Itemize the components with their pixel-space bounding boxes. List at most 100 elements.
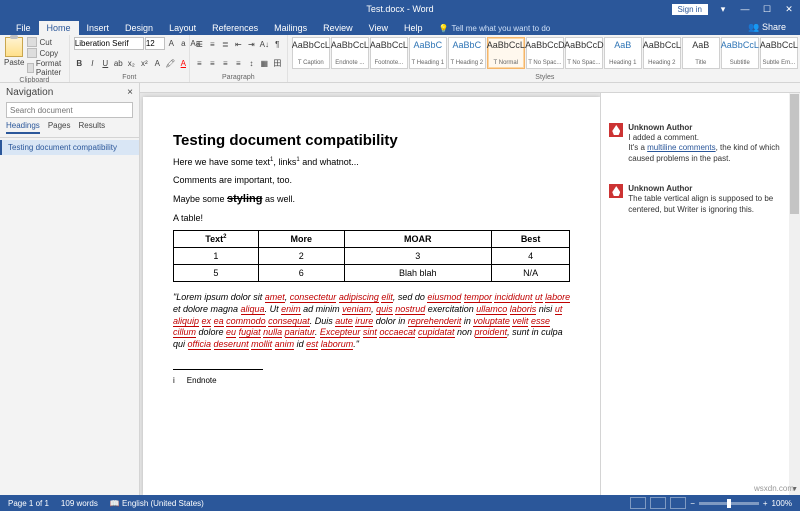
format-painter-button[interactable]: Format Painter xyxy=(27,59,64,77)
style-item[interactable]: AaBbCcLSubtle Em... xyxy=(760,37,798,69)
style-item[interactable]: AaBbCcLSubtitle xyxy=(721,37,759,69)
indent-icon[interactable]: ⇥ xyxy=(246,39,257,50)
style-item[interactable]: AaBHeading 1 xyxy=(604,37,642,69)
zoom-out-icon[interactable]: − xyxy=(690,499,695,508)
doc-heading: Testing document compatibility xyxy=(173,132,570,149)
status-words[interactable]: 109 words xyxy=(61,499,98,508)
nav-tab-results[interactable]: Results xyxy=(79,121,106,134)
bullets-icon[interactable]: ☰ xyxy=(194,39,205,50)
outdent-icon[interactable]: ⇤ xyxy=(233,39,244,50)
style-item[interactable]: AaBbCT Heading 2 xyxy=(448,37,486,69)
italic-button[interactable]: I xyxy=(87,58,98,69)
status-lang[interactable]: 📖 English (United States) xyxy=(110,499,204,508)
copy-button[interactable]: Copy xyxy=(27,48,64,58)
comment-1[interactable]: Unknown Author I added a comment. It's a… xyxy=(609,123,781,164)
tell-me[interactable]: 💡Tell me what you want to do xyxy=(431,22,559,35)
maximize-icon[interactable]: ☐ xyxy=(756,0,778,18)
line-spacing-icon[interactable]: ↕ xyxy=(246,58,257,69)
nav-heading-item[interactable]: Testing document compatibility xyxy=(0,140,139,155)
subscript-button[interactable]: x₂ xyxy=(126,58,137,69)
avatar-icon xyxy=(609,123,623,137)
doc-lorem: "Lorem ipsum dolor sit amet, consectetur… xyxy=(173,292,570,350)
align-center-icon[interactable]: ≡ xyxy=(207,58,218,69)
table-cell: 2 xyxy=(258,248,344,265)
comment-text: I added a comment. xyxy=(628,133,781,143)
doc-para-1: Here we have some text1, links1 and what… xyxy=(173,157,570,169)
paste-icon xyxy=(5,37,23,57)
cut-button[interactable]: Cut xyxy=(27,37,64,47)
scroll-thumb[interactable] xyxy=(790,94,799,214)
cut-icon xyxy=(27,37,37,47)
tab-help[interactable]: Help xyxy=(396,21,431,35)
style-item[interactable]: AaBbCcLHeading 2 xyxy=(643,37,681,69)
style-item[interactable]: AaBbCcLEndnote ... xyxy=(331,37,369,69)
text-effects-icon[interactable]: A xyxy=(152,58,163,69)
search-input[interactable] xyxy=(6,102,133,118)
shrink-font-icon[interactable]: a xyxy=(178,38,189,49)
font-name-select[interactable] xyxy=(74,37,144,50)
style-item[interactable]: AaBbCcDT No Spac... xyxy=(526,37,564,69)
tab-design[interactable]: Design xyxy=(117,21,161,35)
ruler[interactable] xyxy=(140,83,800,93)
signin-button[interactable]: Sign in xyxy=(672,4,708,15)
view-read-icon[interactable] xyxy=(630,497,646,509)
tab-insert[interactable]: Insert xyxy=(79,21,118,35)
font-size-select[interactable] xyxy=(145,37,165,50)
view-web-icon[interactable] xyxy=(670,497,686,509)
multilevel-icon[interactable]: ≣ xyxy=(220,39,231,50)
tab-mailings[interactable]: Mailings xyxy=(266,21,315,35)
group-label-styles: Styles xyxy=(292,74,798,82)
style-item[interactable]: AaBbCcDT No Spac... xyxy=(565,37,603,69)
zoom-slider[interactable] xyxy=(699,502,759,505)
pilcrow-icon[interactable]: ¶ xyxy=(272,39,283,50)
underline-button[interactable]: U xyxy=(100,58,111,69)
scrollbar-vertical[interactable]: ▲ ▼ xyxy=(789,83,800,495)
tab-references[interactable]: References xyxy=(204,21,266,35)
strike-button[interactable]: ab xyxy=(113,58,124,69)
highlight-icon[interactable]: 🖍 xyxy=(165,58,176,69)
style-item[interactable]: AaBbCcLFootnote... xyxy=(370,37,408,69)
justify-icon[interactable]: ≡ xyxy=(233,58,244,69)
statusbar: Page 1 of 1 109 words 📖 English (United … xyxy=(0,495,800,511)
style-item[interactable]: AaBbCT Heading 1 xyxy=(409,37,447,69)
align-left-icon[interactable]: ≡ xyxy=(194,58,205,69)
nav-close-icon[interactable]: × xyxy=(127,87,133,98)
close-icon[interactable]: ✕ xyxy=(778,0,800,18)
numbering-icon[interactable]: ≡ xyxy=(207,39,218,50)
style-item[interactable]: AaBbCcLT Normal xyxy=(487,37,525,69)
superscript-button[interactable]: x² xyxy=(139,58,150,69)
tab-home[interactable]: Home xyxy=(39,21,79,35)
font-color-icon[interactable]: A xyxy=(178,58,189,69)
comment-2[interactable]: Unknown Author The table vertical align … xyxy=(609,184,781,215)
style-item[interactable]: AaBTitle xyxy=(682,37,720,69)
comment-text: The table vertical align is supposed to … xyxy=(628,194,781,215)
borders-icon[interactable]: 田 xyxy=(272,58,283,69)
table-cell: N/A xyxy=(491,265,569,282)
zoom-level[interactable]: 100% xyxy=(772,499,792,508)
page[interactable]: Testing document compatibility Here we h… xyxy=(143,97,600,495)
sort-icon[interactable]: A↓ xyxy=(259,39,270,50)
minimize-icon[interactable]: — xyxy=(734,0,756,18)
nav-tab-headings[interactable]: Headings xyxy=(6,121,40,134)
style-item[interactable]: AaBbCcLT Caption xyxy=(292,37,330,69)
view-print-icon[interactable] xyxy=(650,497,666,509)
shading-icon[interactable]: ▦ xyxy=(259,58,270,69)
grow-font-icon[interactable]: A xyxy=(166,38,177,49)
styles-gallery[interactable]: AaBbCcLT CaptionAaBbCcLEndnote ...AaBbCc… xyxy=(292,37,798,69)
ribbon-options-icon[interactable]: ▾ xyxy=(712,0,734,18)
bold-button[interactable]: B xyxy=(74,58,85,69)
tab-file[interactable]: File xyxy=(8,21,39,35)
share-button[interactable]: 👥 Share xyxy=(742,20,792,35)
nav-tab-pages[interactable]: Pages xyxy=(48,121,71,134)
ribbon-tabs: File Home Insert Design Layout Reference… xyxy=(0,18,800,35)
tab-view[interactable]: View xyxy=(361,21,396,35)
doc-para-2: Comments are important, too. xyxy=(173,175,570,187)
tab-layout[interactable]: Layout xyxy=(161,21,204,35)
paste-button[interactable]: Paste xyxy=(4,37,24,77)
status-page[interactable]: Page 1 of 1 xyxy=(8,499,49,508)
zoom-in-icon[interactable]: + xyxy=(763,499,768,508)
group-clipboard: Paste Cut Copy Format Painter Clipboard xyxy=(0,35,70,82)
align-right-icon[interactable]: ≡ xyxy=(220,58,231,69)
copy-icon xyxy=(27,48,37,58)
tab-review[interactable]: Review xyxy=(315,21,361,35)
